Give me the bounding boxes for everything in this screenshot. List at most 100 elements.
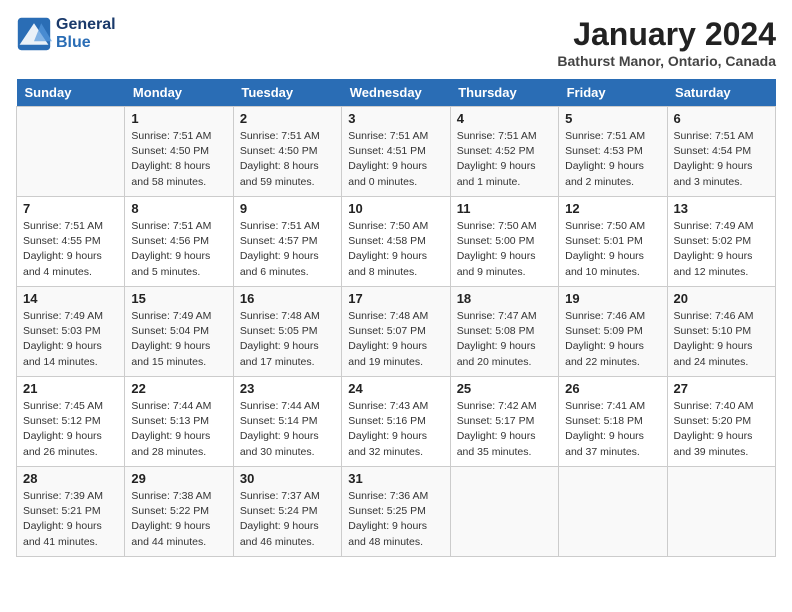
calendar-cell: 19 Sunrise: 7:46 AM Sunset: 5:09 PM Dayli… [559,287,667,377]
cell-content: Sunrise: 7:44 AM Sunset: 5:14 PM Dayligh… [240,399,335,460]
calendar-cell: 12 Sunrise: 7:50 AM Sunset: 5:01 PM Dayli… [559,197,667,287]
calendar-cell: 9 Sunrise: 7:51 AM Sunset: 4:57 PM Daylig… [233,197,341,287]
calendar-cell: 5Sunrise: 7:51 AM Sunset: 4:53 PM Daylig… [559,107,667,197]
day-number: 31 [348,471,443,486]
cell-content: Sunrise: 7:37 AM Sunset: 5:24 PM Dayligh… [240,489,335,550]
cell-content: Sunrise: 7:51 AM Sunset: 4:51 PM Dayligh… [348,129,443,190]
cell-content: Sunrise: 7:45 AM Sunset: 5:12 PM Dayligh… [23,399,118,460]
cell-content: Sunrise: 7:47 AM Sunset: 5:08 PM Dayligh… [457,309,552,370]
calendar-cell: 14 Sunrise: 7:49 AM Sunset: 5:03 PM Dayli… [17,287,125,377]
header-friday: Friday [559,79,667,107]
calendar-cell [17,107,125,197]
calendar-cell: 28Sunrise: 7:39 AM Sunset: 5:21 PM Dayli… [17,467,125,557]
day-number: 27 [674,381,769,396]
cell-content: Sunrise: 7:50 AM Sunset: 4:58 PM Dayligh… [348,219,443,280]
header-tuesday: Tuesday [233,79,341,107]
cell-content: Sunrise: 7:43 AM Sunset: 5:16 PM Dayligh… [348,399,443,460]
cell-content: Sunrise: 7:50 AM Sunset: 5:00 PM Dayligh… [457,219,552,280]
calendar-week-row: 21 Sunrise: 7:45 AM Sunset: 5:12 PM Dayli… [17,377,776,467]
calendar-cell: 20 Sunrise: 7:46 AM Sunset: 5:10 PM Dayli… [667,287,775,377]
calendar-cell: 22Sunrise: 7:44 AM Sunset: 5:13 PM Dayli… [125,377,233,467]
calendar-cell: 29 Sunrise: 7:38 AM Sunset: 5:22 PM Dayli… [125,467,233,557]
location: Bathurst Manor, Ontario, Canada [557,53,776,69]
calendar-table: SundayMondayTuesdayWednesdayThursdayFrid… [16,79,776,557]
day-number: 3 [348,111,443,126]
cell-content: Sunrise: 7:51 AM Sunset: 4:56 PM Dayligh… [131,219,226,280]
calendar-week-row: 1 Sunrise: 7:51 AM Sunset: 4:50 PM Daylig… [17,107,776,197]
month-title: January 2024 [557,16,776,53]
day-number: 10 [348,201,443,216]
cell-content: Sunrise: 7:51 AM Sunset: 4:54 PM Dayligh… [674,129,769,190]
day-number: 12 [565,201,660,216]
day-number: 14 [23,291,118,306]
day-number: 7 [23,201,118,216]
day-number: 16 [240,291,335,306]
day-number: 4 [457,111,552,126]
day-number: 20 [674,291,769,306]
cell-content: Sunrise: 7:41 AM Sunset: 5:18 PM Dayligh… [565,399,660,460]
cell-content: Sunrise: 7:49 AM Sunset: 5:02 PM Dayligh… [674,219,769,280]
header-sunday: Sunday [17,79,125,107]
day-number: 1 [131,111,226,126]
day-number: 29 [131,471,226,486]
day-number: 15 [131,291,226,306]
calendar-cell: 16 Sunrise: 7:48 AM Sunset: 5:05 PM Dayli… [233,287,341,377]
day-number: 6 [674,111,769,126]
day-number: 21 [23,381,118,396]
day-number: 19 [565,291,660,306]
calendar-cell: 15Sunrise: 7:49 AM Sunset: 5:04 PM Dayli… [125,287,233,377]
day-number: 8 [131,201,226,216]
calendar-cell: 6 Sunrise: 7:51 AM Sunset: 4:54 PM Daylig… [667,107,775,197]
header-wednesday: Wednesday [342,79,450,107]
calendar-cell: 3 Sunrise: 7:51 AM Sunset: 4:51 PM Daylig… [342,107,450,197]
calendar-cell: 24 Sunrise: 7:43 AM Sunset: 5:16 PM Dayli… [342,377,450,467]
cell-content: Sunrise: 7:51 AM Sunset: 4:50 PM Dayligh… [240,129,335,190]
calendar-cell: 21 Sunrise: 7:45 AM Sunset: 5:12 PM Dayli… [17,377,125,467]
cell-content: Sunrise: 7:40 AM Sunset: 5:20 PM Dayligh… [674,399,769,460]
calendar-cell [667,467,775,557]
page-header: General Blue January 2024 Bathurst Manor… [16,16,776,69]
calendar-cell: 4 Sunrise: 7:51 AM Sunset: 4:52 PM Daylig… [450,107,558,197]
day-number: 25 [457,381,552,396]
cell-content: Sunrise: 7:50 AM Sunset: 5:01 PM Dayligh… [565,219,660,280]
calendar-cell: 13Sunrise: 7:49 AM Sunset: 5:02 PM Dayli… [667,197,775,287]
calendar-cell: 31 Sunrise: 7:36 AM Sunset: 5:25 PM Dayli… [342,467,450,557]
day-number: 23 [240,381,335,396]
day-number: 22 [131,381,226,396]
header-saturday: Saturday [667,79,775,107]
cell-content: Sunrise: 7:48 AM Sunset: 5:05 PM Dayligh… [240,309,335,370]
calendar-cell: 30Sunrise: 7:37 AM Sunset: 5:24 PM Dayli… [233,467,341,557]
cell-content: Sunrise: 7:49 AM Sunset: 5:03 PM Dayligh… [23,309,118,370]
calendar-week-row: 28Sunrise: 7:39 AM Sunset: 5:21 PM Dayli… [17,467,776,557]
header-monday: Monday [125,79,233,107]
calendar-cell: 17 Sunrise: 7:48 AM Sunset: 5:07 PM Dayli… [342,287,450,377]
cell-content: Sunrise: 7:36 AM Sunset: 5:25 PM Dayligh… [348,489,443,550]
title-block: January 2024 Bathurst Manor, Ontario, Ca… [557,16,776,69]
day-number: 9 [240,201,335,216]
cell-content: Sunrise: 7:46 AM Sunset: 5:09 PM Dayligh… [565,309,660,370]
calendar-cell [450,467,558,557]
calendar-cell: 18 Sunrise: 7:47 AM Sunset: 5:08 PM Dayli… [450,287,558,377]
day-number: 11 [457,201,552,216]
cell-content: Sunrise: 7:51 AM Sunset: 4:55 PM Dayligh… [23,219,118,280]
cell-content: Sunrise: 7:51 AM Sunset: 4:57 PM Dayligh… [240,219,335,280]
calendar-week-row: 14 Sunrise: 7:49 AM Sunset: 5:03 PM Dayli… [17,287,776,377]
calendar-cell: 23 Sunrise: 7:44 AM Sunset: 5:14 PM Dayli… [233,377,341,467]
logo: General Blue [16,16,116,52]
day-number: 18 [457,291,552,306]
logo-icon [16,16,52,52]
calendar-week-row: 7 Sunrise: 7:51 AM Sunset: 4:55 PM Daylig… [17,197,776,287]
header-thursday: Thursday [450,79,558,107]
cell-content: Sunrise: 7:38 AM Sunset: 5:22 PM Dayligh… [131,489,226,550]
calendar-cell: 7 Sunrise: 7:51 AM Sunset: 4:55 PM Daylig… [17,197,125,287]
cell-content: Sunrise: 7:48 AM Sunset: 5:07 PM Dayligh… [348,309,443,370]
day-number: 2 [240,111,335,126]
cell-content: Sunrise: 7:51 AM Sunset: 4:52 PM Dayligh… [457,129,552,190]
day-number: 24 [348,381,443,396]
day-number: 17 [348,291,443,306]
calendar-cell: 10 Sunrise: 7:50 AM Sunset: 4:58 PM Dayli… [342,197,450,287]
cell-content: Sunrise: 7:46 AM Sunset: 5:10 PM Dayligh… [674,309,769,370]
logo-text: General Blue [56,16,116,51]
cell-content: Sunrise: 7:51 AM Sunset: 4:53 PM Dayligh… [565,129,660,190]
cell-content: Sunrise: 7:39 AM Sunset: 5:21 PM Dayligh… [23,489,118,550]
